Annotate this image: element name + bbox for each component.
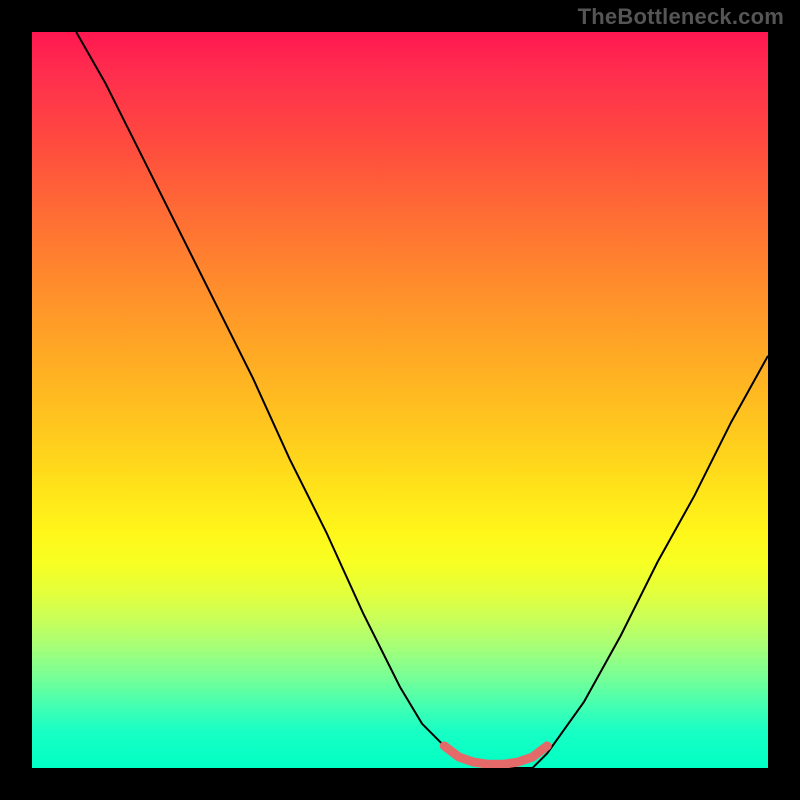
watermark-text: TheBottleneck.com: [578, 4, 784, 30]
bottleneck-curve: [76, 32, 768, 768]
plot-area: [32, 32, 768, 768]
chart-svg: [32, 32, 768, 768]
optimal-zone-highlight: [444, 746, 547, 764]
chart-frame: TheBottleneck.com: [0, 0, 800, 800]
